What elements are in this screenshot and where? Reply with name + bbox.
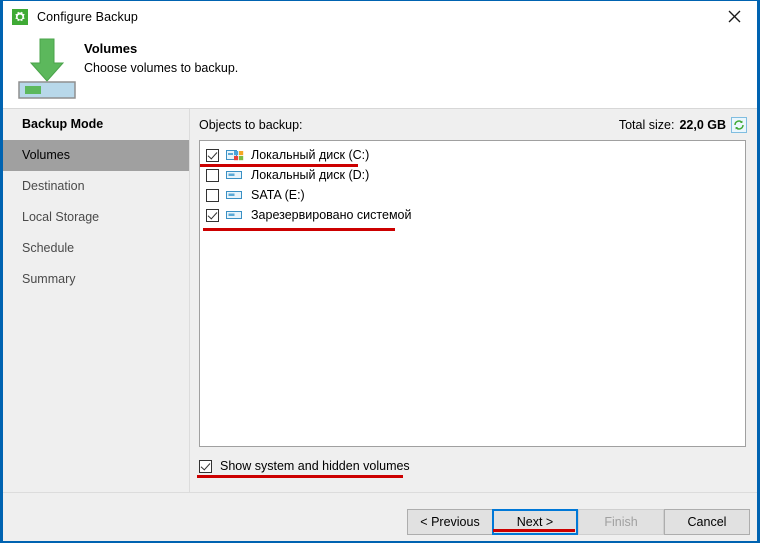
show-system-volumes-checkbox[interactable] <box>199 459 212 473</box>
list-item[interactable]: Локальный диск (D:) <box>200 165 745 185</box>
show-system-volumes-row[interactable]: Show system and hidden volumes <box>199 459 410 473</box>
list-item[interactable]: SATA (E:) <box>200 185 745 205</box>
cancel-button[interactable]: Cancel <box>664 509 750 535</box>
drive-icon <box>226 208 244 222</box>
volume-label: SATA (E:) <box>251 188 305 202</box>
sidebar-item-destination[interactable]: Destination <box>3 171 189 202</box>
volume-checkbox[interactable] <box>206 168 219 182</box>
list-item[interactable]: Зарезервировано системой <box>200 205 745 225</box>
show-system-volumes-label: Show system and hidden volumes <box>220 459 410 473</box>
windows-system-drive-icon <box>226 148 244 162</box>
sidebar-item-backup-mode[interactable]: Backup Mode <box>3 109 189 140</box>
volumes-list[interactable]: Локальный диск (C:) Локальный диск (D:) <box>199 140 746 447</box>
configure-backup-window: Configure Backup Volumes Choose volumes … <box>0 0 760 543</box>
total-size-value: 22,0 GB <box>679 118 726 132</box>
wizard-footer: < Previous Next > Finish Cancel <box>3 492 757 541</box>
volume-checkbox[interactable] <box>206 208 219 222</box>
page-title: Volumes <box>84 41 138 56</box>
volume-checkbox[interactable] <box>206 148 219 162</box>
list-item[interactable]: Локальный диск (C:) <box>200 145 745 165</box>
finish-button: Finish <box>578 509 664 535</box>
volume-label: Локальный диск (C:) <box>251 148 370 162</box>
sidebar-item-volumes[interactable]: Volumes <box>3 140 189 171</box>
underline-volume-system-reserved <box>203 228 395 231</box>
sidebar-item-schedule[interactable]: Schedule <box>3 233 189 264</box>
volume-label: Зарезервировано системой <box>251 208 412 222</box>
objects-to-backup-label: Objects to backup: <box>199 118 303 132</box>
window-title: Configure Backup <box>37 9 138 24</box>
sidebar-item-summary[interactable]: Summary <box>3 264 189 295</box>
drive-icon <box>226 188 244 202</box>
title-bar: Configure Backup <box>3 1 757 32</box>
green-down-arrow-volume-icon <box>17 37 77 99</box>
total-size-group: Total size: 22,0 GB <box>619 117 747 133</box>
wizard-step-sidebar: Backup Mode Volumes Destination Local St… <box>3 109 190 492</box>
page-subtitle: Choose volumes to backup. <box>84 61 239 75</box>
volume-label: Локальный диск (D:) <box>251 168 370 182</box>
underline-show-system-checkbox <box>197 475 403 478</box>
volume-checkbox[interactable] <box>206 188 219 202</box>
close-icon[interactable] <box>712 1 757 31</box>
gear-icon <box>12 8 28 25</box>
wizard-header: Volumes Choose volumes to backup. <box>3 32 757 109</box>
drive-icon <box>226 168 244 182</box>
total-size-label: Total size: <box>618 118 675 132</box>
refresh-icon[interactable] <box>731 117 747 133</box>
previous-button[interactable]: < Previous <box>407 509 493 535</box>
underline-volume-c <box>200 164 358 167</box>
underline-next-button <box>493 529 575 532</box>
sidebar-item-local-storage[interactable]: Local Storage <box>3 202 189 233</box>
